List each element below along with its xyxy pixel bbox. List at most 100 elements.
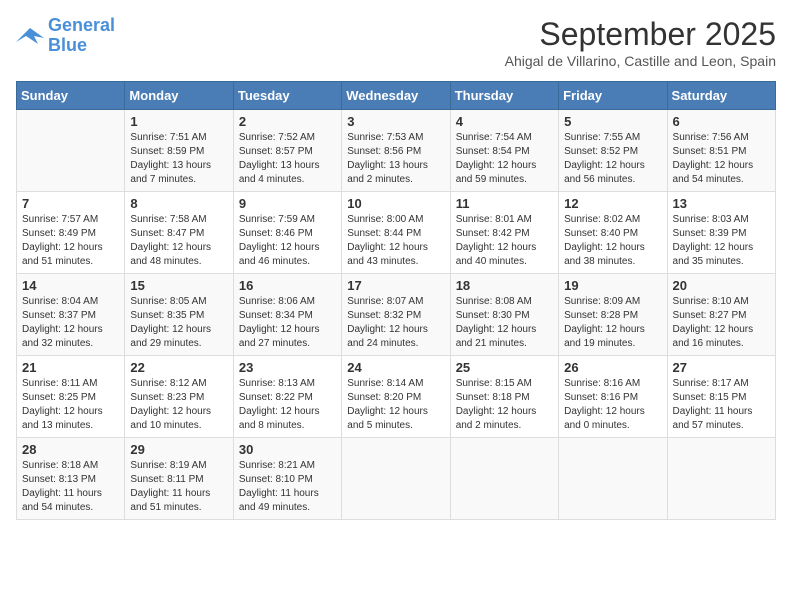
day-info: Sunrise: 8:00 AM Sunset: 8:44 PM Dayligh…	[347, 213, 444, 269]
day-number: 23	[239, 360, 336, 375]
day-info: Sunrise: 8:21 AM Sunset: 8:10 PM Dayligh…	[239, 459, 336, 515]
day-info: Sunrise: 8:17 AM Sunset: 8:15 PM Dayligh…	[673, 377, 770, 433]
day-cell: 20 Sunrise: 8:10 AM Sunset: 8:27 PM Dayli…	[667, 274, 775, 356]
week-row-4: 21Sunrise: 8:11 AM Sunset: 8:25 PM Dayli…	[17, 356, 776, 438]
header-cell-wednesday: Wednesday	[342, 82, 450, 110]
day-cell: 6 Sunrise: 7:56 AM Sunset: 8:51 PM Daylig…	[667, 110, 775, 192]
day-info: Sunrise: 7:58 AM Sunset: 8:47 PM Dayligh…	[130, 213, 227, 269]
header-cell-thursday: Thursday	[450, 82, 558, 110]
day-cell: 18 Sunrise: 8:08 AM Sunset: 8:30 PM Dayli…	[450, 274, 558, 356]
day-number: 2	[239, 114, 336, 129]
day-info: Sunrise: 8:13 AM Sunset: 8:22 PM Dayligh…	[239, 377, 336, 433]
day-number: 9	[239, 196, 336, 211]
day-info: Sunrise: 8:09 AM Sunset: 8:28 PM Dayligh…	[564, 295, 661, 351]
day-number: 18	[456, 278, 553, 293]
day-number: 1	[130, 114, 227, 129]
day-info: Sunrise: 7:53 AM Sunset: 8:56 PM Dayligh…	[347, 131, 444, 187]
day-number: 6	[673, 114, 770, 129]
day-cell: 17Sunrise: 8:07 AM Sunset: 8:32 PM Dayli…	[342, 274, 450, 356]
day-cell	[667, 438, 775, 520]
day-info: Sunrise: 8:02 AM Sunset: 8:40 PM Dayligh…	[564, 213, 661, 269]
day-info: Sunrise: 8:19 AM Sunset: 8:11 PM Dayligh…	[130, 459, 227, 515]
day-number: 3	[347, 114, 444, 129]
header-cell-monday: Monday	[125, 82, 233, 110]
day-info: Sunrise: 8:08 AM Sunset: 8:30 PM Dayligh…	[456, 295, 553, 351]
calendar-body: 1 Sunrise: 7:51 AM Sunset: 8:59 PM Daylig…	[17, 110, 776, 520]
day-info: Sunrise: 8:03 AM Sunset: 8:39 PM Dayligh…	[673, 213, 770, 269]
day-cell: 13 Sunrise: 8:03 AM Sunset: 8:39 PM Dayli…	[667, 192, 775, 274]
day-info: Sunrise: 7:51 AM Sunset: 8:59 PM Dayligh…	[130, 131, 227, 187]
month-year: September 2025	[505, 16, 776, 53]
logo-line2: Blue	[48, 35, 87, 55]
day-cell: 26 Sunrise: 8:16 AM Sunset: 8:16 PM Dayli…	[559, 356, 667, 438]
header-cell-sunday: Sunday	[17, 82, 125, 110]
day-cell: 25 Sunrise: 8:15 AM Sunset: 8:18 PM Dayli…	[450, 356, 558, 438]
day-info: Sunrise: 8:18 AM Sunset: 8:13 PM Dayligh…	[22, 459, 119, 515]
day-number: 26	[564, 360, 661, 375]
day-number: 28	[22, 442, 119, 457]
day-number: 10	[347, 196, 444, 211]
day-info: Sunrise: 8:05 AM Sunset: 8:35 PM Dayligh…	[130, 295, 227, 351]
day-number: 14	[22, 278, 119, 293]
day-info: Sunrise: 8:12 AM Sunset: 8:23 PM Dayligh…	[130, 377, 227, 433]
day-info: Sunrise: 8:06 AM Sunset: 8:34 PM Dayligh…	[239, 295, 336, 351]
calendar-table: SundayMondayTuesdayWednesdayThursdayFrid…	[16, 81, 776, 520]
day-info: Sunrise: 7:55 AM Sunset: 8:52 PM Dayligh…	[564, 131, 661, 187]
day-info: Sunrise: 7:52 AM Sunset: 8:57 PM Dayligh…	[239, 131, 336, 187]
day-cell: 19 Sunrise: 8:09 AM Sunset: 8:28 PM Dayli…	[559, 274, 667, 356]
day-cell: 29Sunrise: 8:19 AM Sunset: 8:11 PM Dayli…	[125, 438, 233, 520]
day-cell	[450, 438, 558, 520]
day-info: Sunrise: 8:10 AM Sunset: 8:27 PM Dayligh…	[673, 295, 770, 351]
day-info: Sunrise: 8:01 AM Sunset: 8:42 PM Dayligh…	[456, 213, 553, 269]
day-number: 22	[130, 360, 227, 375]
day-info: Sunrise: 7:54 AM Sunset: 8:54 PM Dayligh…	[456, 131, 553, 187]
day-number: 11	[456, 196, 553, 211]
logo-line1: General	[48, 15, 115, 35]
day-cell: 5 Sunrise: 7:55 AM Sunset: 8:52 PM Daylig…	[559, 110, 667, 192]
header-cell-saturday: Saturday	[667, 82, 775, 110]
day-cell: 27 Sunrise: 8:17 AM Sunset: 8:15 PM Dayli…	[667, 356, 775, 438]
week-row-5: 28 Sunrise: 8:18 AM Sunset: 8:13 PM Dayli…	[17, 438, 776, 520]
day-cell	[342, 438, 450, 520]
day-cell: 9 Sunrise: 7:59 AM Sunset: 8:46 PM Daylig…	[233, 192, 341, 274]
day-cell: 11 Sunrise: 8:01 AM Sunset: 8:42 PM Dayli…	[450, 192, 558, 274]
day-number: 27	[673, 360, 770, 375]
week-row-3: 14Sunrise: 8:04 AM Sunset: 8:37 PM Dayli…	[17, 274, 776, 356]
logo: General Blue	[16, 16, 115, 56]
day-cell: 14Sunrise: 8:04 AM Sunset: 8:37 PM Dayli…	[17, 274, 125, 356]
day-number: 7	[22, 196, 119, 211]
header-cell-friday: Friday	[559, 82, 667, 110]
day-info: Sunrise: 8:14 AM Sunset: 8:20 PM Dayligh…	[347, 377, 444, 433]
day-cell	[17, 110, 125, 192]
day-cell: 21Sunrise: 8:11 AM Sunset: 8:25 PM Dayli…	[17, 356, 125, 438]
page-header: General Blue September 2025 Ahigal de Vi…	[16, 16, 776, 69]
day-info: Sunrise: 8:15 AM Sunset: 8:18 PM Dayligh…	[456, 377, 553, 433]
day-number: 20	[673, 278, 770, 293]
day-number: 8	[130, 196, 227, 211]
day-number: 25	[456, 360, 553, 375]
calendar-header: SundayMondayTuesdayWednesdayThursdayFrid…	[17, 82, 776, 110]
day-cell: 2 Sunrise: 7:52 AM Sunset: 8:57 PM Daylig…	[233, 110, 341, 192]
day-number: 13	[673, 196, 770, 211]
day-number: 19	[564, 278, 661, 293]
day-cell: 24 Sunrise: 8:14 AM Sunset: 8:20 PM Dayli…	[342, 356, 450, 438]
day-cell: 23 Sunrise: 8:13 AM Sunset: 8:22 PM Dayli…	[233, 356, 341, 438]
day-cell: 8 Sunrise: 7:58 AM Sunset: 8:47 PM Daylig…	[125, 192, 233, 274]
day-number: 12	[564, 196, 661, 211]
day-cell: 30 Sunrise: 8:21 AM Sunset: 8:10 PM Dayli…	[233, 438, 341, 520]
day-cell: 1 Sunrise: 7:51 AM Sunset: 8:59 PM Daylig…	[125, 110, 233, 192]
day-info: Sunrise: 7:56 AM Sunset: 8:51 PM Dayligh…	[673, 131, 770, 187]
day-number: 30	[239, 442, 336, 457]
day-number: 16	[239, 278, 336, 293]
day-number: 17	[347, 278, 444, 293]
day-number: 24	[347, 360, 444, 375]
day-cell: 28 Sunrise: 8:18 AM Sunset: 8:13 PM Dayli…	[17, 438, 125, 520]
day-info: Sunrise: 8:16 AM Sunset: 8:16 PM Dayligh…	[564, 377, 661, 433]
day-number: 15	[130, 278, 227, 293]
day-number: 5	[564, 114, 661, 129]
day-number: 21	[22, 360, 119, 375]
day-info: Sunrise: 7:59 AM Sunset: 8:46 PM Dayligh…	[239, 213, 336, 269]
day-cell: 16 Sunrise: 8:06 AM Sunset: 8:34 PM Dayli…	[233, 274, 341, 356]
logo-text: General Blue	[48, 16, 115, 56]
day-cell: 4Sunrise: 7:54 AM Sunset: 8:54 PM Daylig…	[450, 110, 558, 192]
